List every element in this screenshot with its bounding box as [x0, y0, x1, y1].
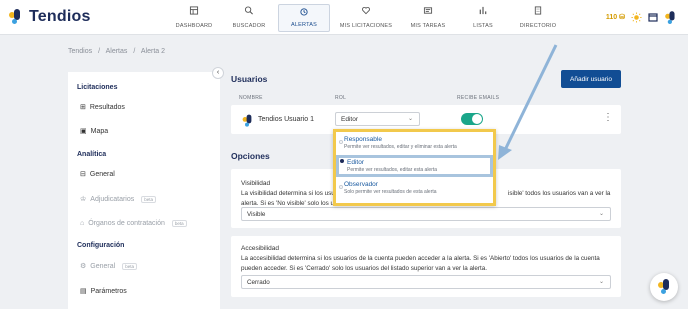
help-chat-button[interactable]: [650, 273, 678, 301]
annotation-arrow: [498, 44, 558, 160]
help-logo-icon: [658, 279, 674, 295]
